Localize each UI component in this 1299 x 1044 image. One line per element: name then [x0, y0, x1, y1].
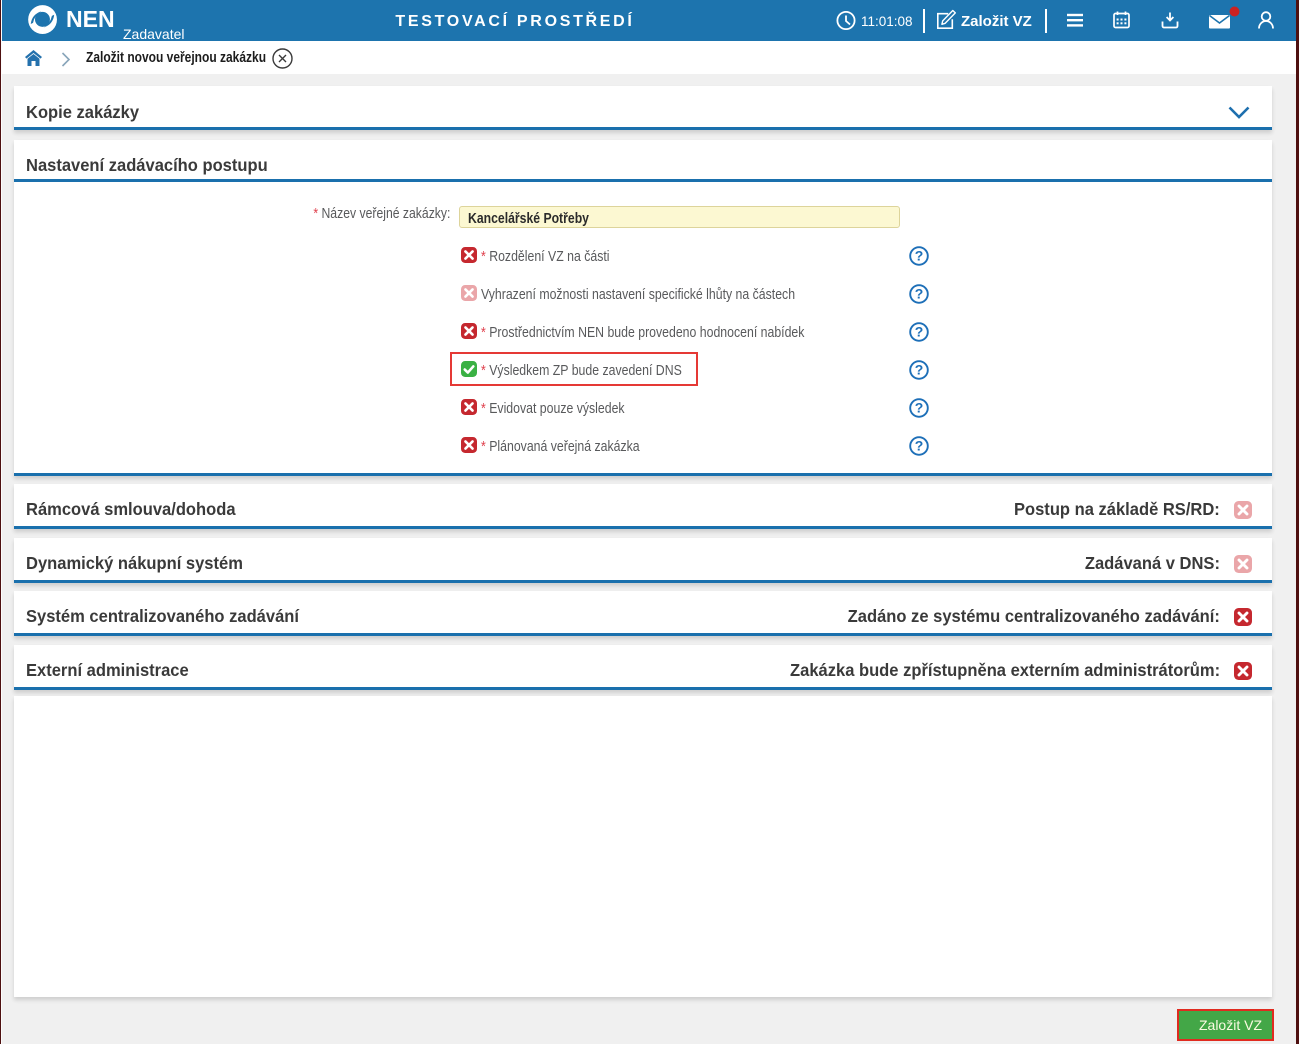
svg-text:?: ?	[915, 248, 924, 264]
svg-text:?: ?	[915, 362, 924, 378]
svg-text:?: ?	[915, 324, 924, 340]
svg-text:?: ?	[915, 438, 924, 454]
svg-text:?: ?	[915, 286, 924, 302]
svg-text:?: ?	[915, 400, 924, 416]
